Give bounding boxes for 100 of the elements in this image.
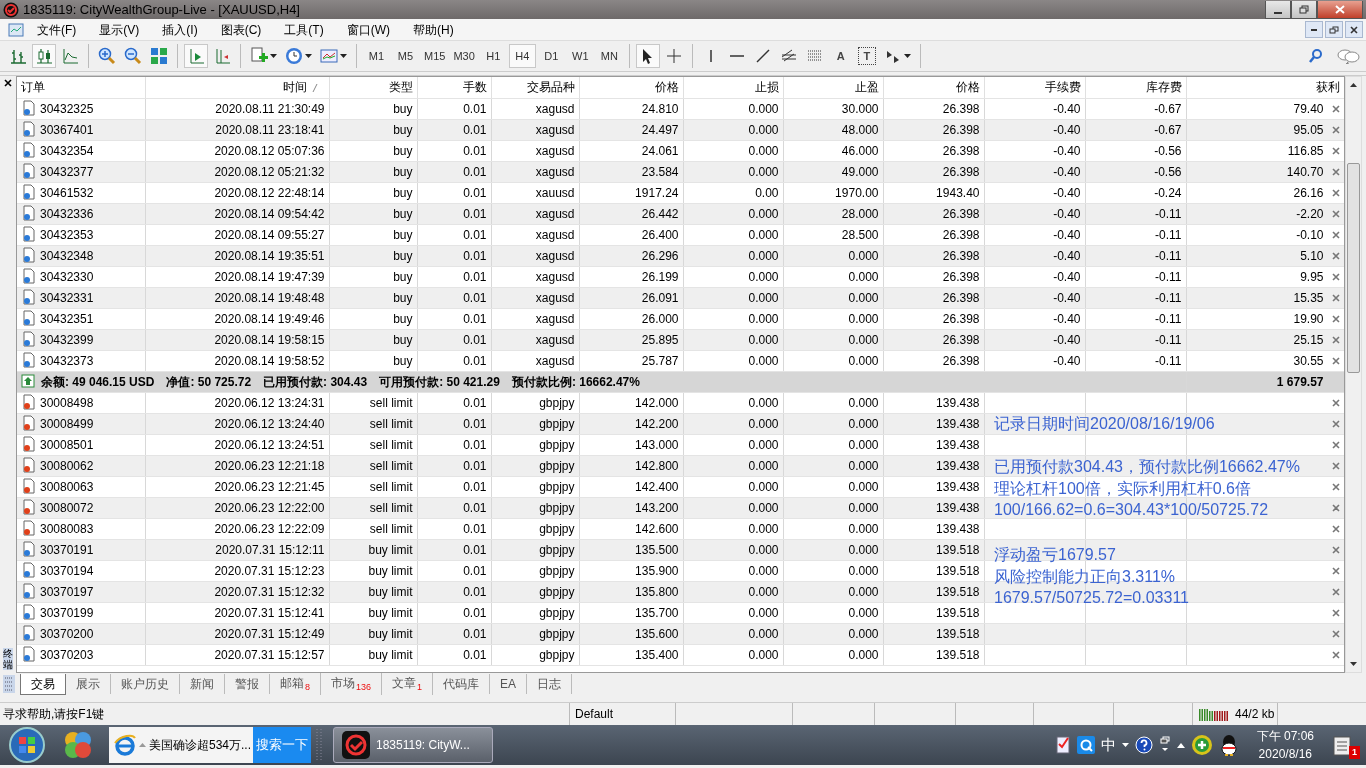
table-cell: 2020.07.31 15:12:32 bbox=[214, 584, 325, 599]
tab[interactable]: 警报 bbox=[225, 674, 270, 694]
table-cell: 24.061 bbox=[641, 143, 679, 158]
tab[interactable]: 市场$_{136}$ bbox=[321, 672, 383, 696]
table-cell: 30370199 bbox=[40, 605, 94, 620]
close-icon[interactable] bbox=[4, 79, 12, 87]
tab[interactable]: 交易 bbox=[20, 673, 66, 695]
minimize-button[interactable] bbox=[1305, 21, 1323, 38]
q-app-icon[interactable] bbox=[1076, 736, 1095, 754]
app-icon[interactable] bbox=[63, 730, 93, 760]
column-header[interactable]: 手数 bbox=[462, 80, 487, 95]
start-button[interactable] bbox=[7, 725, 47, 765]
close-button[interactable] bbox=[1317, 0, 1363, 19]
menu-item[interactable]: 插入(I) bbox=[153, 20, 212, 39]
table-cell: 30080072 bbox=[40, 500, 94, 515]
column-header[interactable]: 时间 bbox=[282, 80, 307, 95]
column-header[interactable]: 订单 bbox=[21, 80, 45, 95]
timeframe-button[interactable]: MN bbox=[595, 44, 623, 68]
autoscroll-button[interactable] bbox=[184, 44, 208, 68]
help-icon[interactable] bbox=[1134, 736, 1153, 754]
table-cell: buy bbox=[393, 227, 413, 242]
app-logo-icon bbox=[342, 731, 370, 759]
column-header[interactable]: 库存费 bbox=[1145, 80, 1182, 95]
table-cell: 142.000 bbox=[635, 395, 679, 410]
zoom-out-icon bbox=[124, 47, 142, 65]
text-tool-button[interactable]: A bbox=[828, 44, 853, 68]
column-header[interactable]: 止盈 bbox=[854, 80, 879, 95]
table-cell: 0.000 bbox=[848, 416, 879, 431]
table-cell: 2020.06.23 12:22:00 bbox=[214, 500, 325, 515]
timeframe-button[interactable]: H1 bbox=[479, 44, 507, 68]
table-cell: 28.000 bbox=[841, 206, 879, 221]
table-cell: -0.11 bbox=[1155, 332, 1182, 347]
cursor-button[interactable] bbox=[635, 44, 660, 68]
column-header[interactable]: 价格 bbox=[955, 80, 980, 95]
clock-date[interactable]: 2020/8/16 bbox=[1258, 745, 1312, 763]
menu-item[interactable]: 帮助(H) bbox=[404, 20, 468, 39]
table-cell: -0.40 bbox=[1053, 248, 1081, 263]
scrollbar-thumb[interactable] bbox=[1347, 163, 1360, 373]
table-cell: gbpjpy bbox=[539, 563, 575, 578]
table-cell: 30432377 bbox=[40, 164, 94, 179]
tab[interactable]: 日志 bbox=[527, 674, 573, 694]
column-header[interactable]: 获利 bbox=[1315, 80, 1340, 95]
close-button[interactable] bbox=[1345, 21, 1363, 38]
plus-circle-icon[interactable] bbox=[1190, 734, 1213, 756]
clock-time[interactable]: 下午 07:06 bbox=[1256, 727, 1314, 745]
timeframe-button[interactable]: M5 bbox=[392, 44, 419, 68]
notification-icon[interactable] bbox=[1332, 733, 1354, 757]
restore-button[interactable] bbox=[1291, 0, 1317, 19]
tab[interactable]: EA bbox=[490, 674, 528, 694]
panel-label: 终端 bbox=[3, 648, 13, 670]
annotation-text: 1679.57/50725.72=0.03311 bbox=[994, 588, 1189, 608]
search-button[interactable]: 搜索一下 bbox=[253, 727, 311, 763]
restore-button[interactable] bbox=[1325, 21, 1343, 38]
menu-item[interactable]: 图表(C) bbox=[211, 20, 276, 39]
tab[interactable]: 展示 bbox=[66, 674, 111, 694]
table-cell: 135.600 bbox=[635, 626, 679, 641]
menu-item[interactable]: 文件(F) bbox=[28, 20, 91, 39]
tab[interactable]: 账户历史 bbox=[111, 674, 180, 694]
browser-taskbar-item[interactable]: 美国确诊超534万... bbox=[109, 727, 253, 763]
input-method-indicator[interactable]: 中 bbox=[1100, 733, 1116, 757]
column-header[interactable]: 止损 bbox=[754, 80, 779, 95]
document-check-icon[interactable] bbox=[1054, 735, 1071, 755]
timeframe-button[interactable]: M1 bbox=[363, 44, 390, 68]
table-cell: 0.01 bbox=[463, 143, 487, 158]
timeframe-button[interactable]: D1 bbox=[537, 44, 565, 68]
app-taskbar-item[interactable]: 1835119: CityW... bbox=[333, 727, 493, 763]
timeframe-button[interactable]: M15 bbox=[421, 44, 449, 68]
menu-item[interactable]: 工具(T) bbox=[275, 20, 338, 39]
candlestick-chart-button[interactable] bbox=[32, 44, 56, 68]
table-cell: buy bbox=[393, 332, 413, 347]
menu-item[interactable]: 窗口(W) bbox=[337, 20, 404, 39]
column-header[interactable]: 价格 bbox=[654, 80, 679, 95]
tab[interactable]: 新闻 bbox=[180, 674, 225, 694]
label-tool-button[interactable]: T bbox=[854, 44, 879, 68]
chat-icon[interactable] bbox=[1336, 48, 1360, 64]
penguin-icon[interactable] bbox=[1218, 734, 1239, 756]
table-cell: 0.000 bbox=[748, 437, 779, 452]
table-cell: 30370200 bbox=[40, 626, 94, 641]
column-header[interactable]: 手续费 bbox=[1044, 80, 1081, 95]
timeframe-button[interactable]: M30 bbox=[450, 44, 478, 68]
timeframe-button[interactable]: H4 bbox=[508, 44, 536, 68]
table-cell: 30.000 bbox=[841, 101, 879, 116]
menu-item[interactable]: 显示(V) bbox=[90, 20, 154, 39]
restore-icon bbox=[1329, 24, 1339, 35]
search-icon[interactable] bbox=[1308, 48, 1324, 64]
table-cell: 25.895 bbox=[641, 332, 679, 347]
table-cell: buy bbox=[393, 101, 413, 116]
column-header[interactable]: 交易品种 bbox=[526, 80, 575, 95]
timeframe-button[interactable]: W1 bbox=[566, 44, 594, 68]
table-cell: 30432325 bbox=[40, 101, 94, 116]
table-cell: 1943.40 bbox=[936, 185, 980, 200]
tab[interactable]: 代码库 bbox=[433, 674, 491, 694]
tab[interactable]: 文章$_{1}$ bbox=[382, 672, 434, 696]
table-cell: 0.01 bbox=[463, 647, 487, 662]
table-cell: 0.01 bbox=[463, 290, 487, 305]
table-cell: 95.05 bbox=[1293, 122, 1324, 137]
minimize-button[interactable] bbox=[1265, 0, 1291, 19]
column-header[interactable]: 类型 bbox=[388, 80, 413, 95]
table-cell: 0.000 bbox=[848, 584, 879, 599]
tab[interactable]: 邮箱$_{8}$ bbox=[270, 672, 321, 696]
